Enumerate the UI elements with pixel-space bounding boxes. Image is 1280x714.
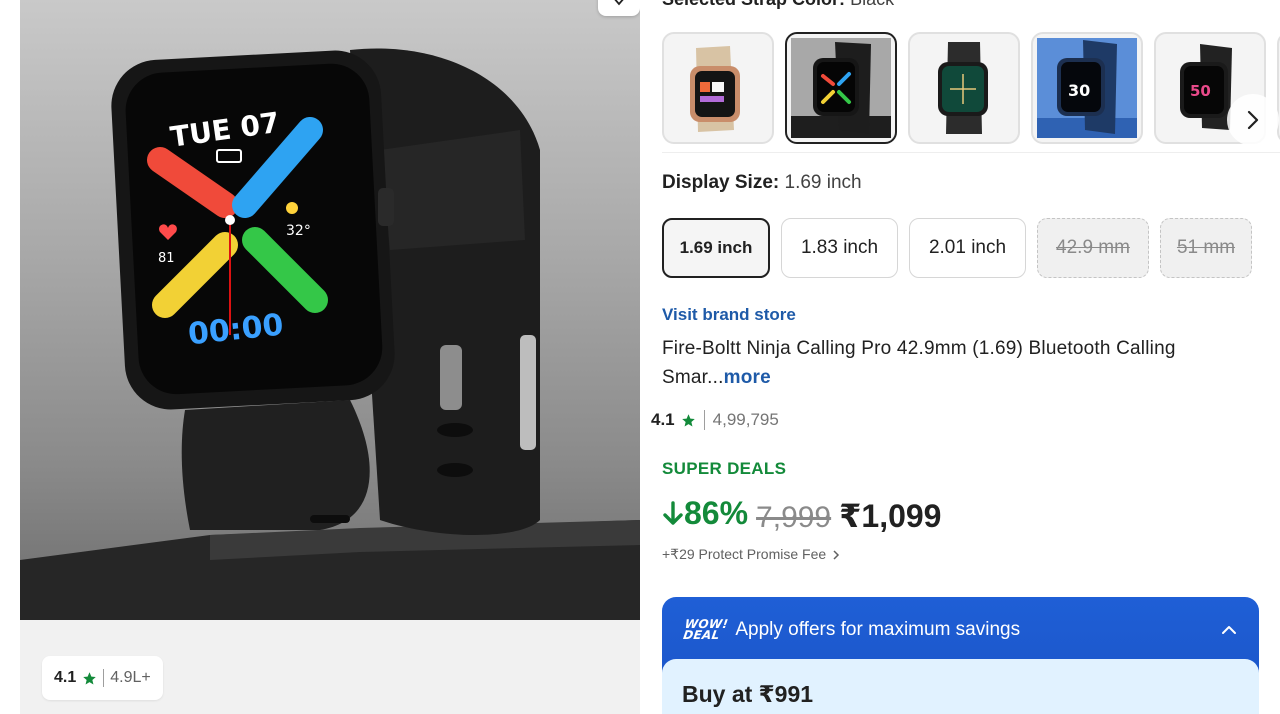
product-rating[interactable]: 4.1 4,99,795 (651, 410, 779, 430)
chevron-up-icon (1222, 626, 1236, 634)
image-rating-count: 4.9L+ (110, 669, 151, 686)
size-option-label: 2.01 inch (928, 237, 1007, 258)
swatch-black[interactable] (785, 32, 897, 144)
size-option-label: 42.9 mm (1056, 237, 1130, 258)
size-option-1-83-inch[interactable]: 1.83 inch (781, 218, 898, 278)
size-option-label: 1.69 inch (679, 238, 753, 257)
chevron-right-icon (833, 549, 840, 560)
swatch-image (791, 38, 891, 138)
size-option-label: 1.83 inch (800, 237, 879, 258)
offers-header[interactable]: WOW! DEAL Apply offers for maximum savin… (662, 597, 1259, 663)
swatch-image (914, 38, 1014, 138)
size-option-label: 51 mm (1176, 237, 1236, 258)
rating-separator (103, 669, 105, 687)
smartwatch-image: TUE 07 81 32° 00:00 (20, 48, 640, 620)
display-size-label-text: Display Size: (662, 172, 780, 193)
strap-color-label-text: Selected Strap Color: (662, 0, 845, 9)
heart-rate-text: 81 (158, 251, 175, 266)
product-image-panel: TUE 07 81 32° 00:00 4.1 4.9L+ (0, 0, 650, 714)
offers-header-text: Apply offers for maximum savings (735, 619, 1021, 640)
selling-price: ₹1,099 (839, 497, 942, 534)
svg-text:30: 30 (1068, 81, 1090, 100)
swatch-black-mesh[interactable] (908, 32, 1020, 144)
display-size-label: Display Size: 1.69 inch (662, 172, 862, 194)
buy-at-card[interactable]: Buy at ₹991 (662, 659, 1259, 714)
discount: 86% (662, 495, 748, 532)
svg-text:50: 50 (1190, 82, 1211, 100)
strap-color-value: Black (850, 0, 894, 9)
size-option-51-mm[interactable]: 51 mm (1160, 218, 1252, 278)
share-button[interactable] (598, 0, 640, 16)
strap-color-swatches: 30 50 (662, 32, 1280, 144)
star-icon (681, 413, 695, 426)
swatches-next-button[interactable] (1227, 94, 1279, 144)
swatch-blue[interactable]: 30 (1031, 32, 1143, 144)
rating-count: 4,99,795 (712, 410, 779, 429)
offers-panel: WOW! DEAL Apply offers for maximum savin… (662, 597, 1259, 714)
visit-brand-store-link[interactable]: Visit brand store (662, 305, 796, 325)
chevron-icon (614, 0, 624, 6)
mrp-price: 7,999 (756, 500, 832, 534)
size-option-1-69-inch[interactable]: 1.69 inch (662, 218, 770, 278)
product-title: Fire-Boltt Ninja Calling Pro 42.9mm (1.6… (662, 334, 1262, 392)
swatch-image (668, 38, 768, 138)
buy-at-price: Buy at ₹991 (682, 681, 814, 707)
display-size-value: 1.69 inch (784, 172, 862, 193)
arrow-down-icon (663, 500, 683, 525)
star-icon (83, 671, 96, 684)
image-rating-badge[interactable]: 4.1 4.9L+ (42, 656, 163, 700)
product-details: Selected Strap Color: Black (650, 0, 1280, 714)
strap-color-label: Selected Strap Color: Black (662, 0, 894, 10)
title-more-link[interactable]: more (724, 367, 771, 388)
super-deals-label: SUPER DEALS (662, 459, 787, 478)
size-option-42-9-mm[interactable]: 42.9 mm (1037, 218, 1149, 278)
size-option-2-01-inch[interactable]: 2.01 inch (909, 218, 1026, 278)
swatch-image: 30 (1037, 38, 1137, 138)
chevron-right-icon (1247, 110, 1259, 130)
protect-promise-fee[interactable]: +₹29 Protect Promise Fee (662, 546, 840, 563)
section-divider (662, 152, 1280, 153)
temperature-text: 32° (286, 223, 311, 239)
rating-value: 4.1 (651, 410, 675, 429)
image-rating-value: 4.1 (54, 669, 77, 686)
discount-percent: 86% (684, 495, 749, 531)
swatch-beige-nylon[interactable] (662, 32, 774, 144)
wow-deal-badge: WOW! DEAL (682, 617, 729, 642)
product-image[interactable]: TUE 07 81 32° 00:00 (20, 0, 640, 620)
price-row: 86% 7,999 ₹1,099 (662, 495, 941, 535)
rating-separator (703, 410, 705, 430)
wow-deal-badge-line2: DEAL (682, 628, 721, 642)
fee-text: +₹29 Protect Promise Fee (662, 546, 827, 562)
